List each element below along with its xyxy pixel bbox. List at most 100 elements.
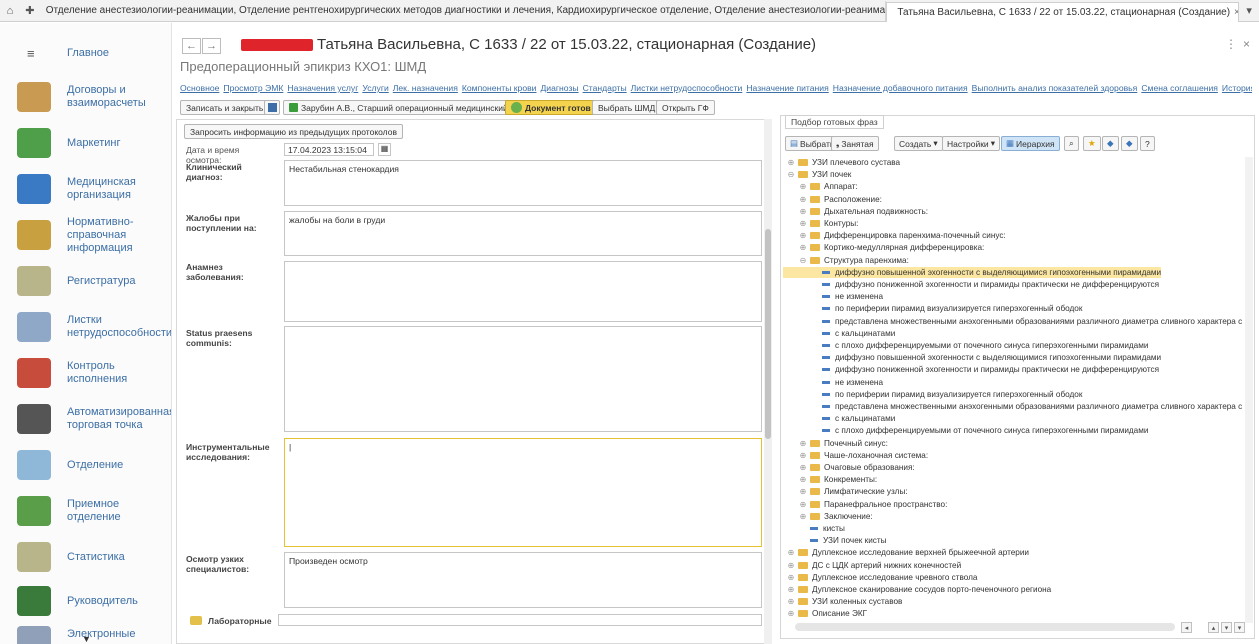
sidebar-item[interactable]: Приемное отделение <box>0 491 171 531</box>
nav-last-icon[interactable]: ▾ <box>1234 622 1245 633</box>
tree-item[interactable]: представлена множественными анэхогенными… <box>783 316 1243 327</box>
more-icon[interactable]: ⋮ <box>1225 37 1237 51</box>
expand-icon[interactable]: ⊕ <box>799 475 807 484</box>
tree-folder[interactable]: ⊕ Чаше-лоханочная система: <box>783 450 928 461</box>
expand-icon[interactable]: ⊕ <box>787 561 795 570</box>
expand-icon[interactable]: ⊕ <box>787 597 795 606</box>
choose-shmd-button[interactable]: Выбрать ШМД <box>592 100 662 115</box>
expand-icon[interactable]: ⊕ <box>787 573 795 582</box>
open-gf-button[interactable]: Открыть ГФ <box>656 100 715 115</box>
expand-icon[interactable]: ⊕ <box>799 500 807 509</box>
section-link[interactable]: Стандарты <box>583 83 627 93</box>
expand-icon[interactable]: ⊕ <box>799 512 807 521</box>
bookmark-icon[interactable]: ✚ <box>20 0 40 22</box>
forward-button[interactable]: → <box>202 38 221 54</box>
sidebar-item-main[interactable]: ≡ Главное <box>0 33 171 73</box>
create-button[interactable]: Создать ▾ <box>894 136 943 151</box>
tree-folder[interactable]: ⊕ Паранефральное пространство: <box>783 499 948 510</box>
expand-icon[interactable]: ⊕ <box>799 207 807 216</box>
collapse-icon[interactable]: ⊖ <box>799 256 807 265</box>
tree-folder[interactable]: ⊕ Дуплексное сканирование сосудов порто-п… <box>783 584 1052 595</box>
nav-up-icon[interactable]: ▴ <box>1208 622 1219 633</box>
favorite-button[interactable]: ★ <box>1083 136 1101 151</box>
expand-icon[interactable]: ⊕ <box>799 182 807 191</box>
tree-folder[interactable]: ⊖ УЗИ почек <box>783 169 852 180</box>
scroll-down-icon[interactable]: ▼ <box>82 634 91 644</box>
hierarchy-button[interactable]: ▦ Иерархия <box>1001 136 1060 151</box>
sidebar-item[interactable]: Контроль исполнения <box>0 353 171 393</box>
instrumental-field[interactable]: | <box>284 438 762 547</box>
tree-item[interactable]: с плохо дифференцируемыми от почечного с… <box>783 340 1148 351</box>
busy-button[interactable]: ❟ Занятая <box>831 136 879 151</box>
tree-folder[interactable]: ⊖ Структура паренхима: <box>783 255 909 266</box>
scrollbar-thumb[interactable] <box>765 229 771 439</box>
tree-folder[interactable]: ⊕ Контуры: <box>783 218 859 229</box>
tree-folder[interactable]: ⊕ УЗИ коленных суставов <box>783 596 903 607</box>
tree-item[interactable]: представлена множественными анэхогенными… <box>783 401 1243 412</box>
tree-folder[interactable]: ⊕ Описание ЭКГ <box>783 608 867 619</box>
clinical-diagnosis-field[interactable]: Нестабильная стенокардия <box>284 160 762 206</box>
tree-folder[interactable]: ⊕ Конкременты: <box>783 474 878 485</box>
section-link[interactable]: Компоненты крови <box>462 83 537 93</box>
tree-folder[interactable]: ⊕ Дифференцировка паренхима-почечный сину… <box>783 230 1006 241</box>
tree-item[interactable]: с кальцинатами <box>783 413 895 424</box>
request-previous-button[interactable]: Запросить информацию из предыдущих прото… <box>184 124 403 139</box>
tree-folder[interactable]: ⊕ УЗИ плечевого сустава <box>783 157 900 168</box>
form-scrollbar[interactable] <box>764 119 772 644</box>
sidebar-item[interactable]: Регистратура <box>0 261 171 301</box>
tree-folder[interactable]: ⊕ ДС с ЦДК артерий нижних конечностей <box>783 560 962 571</box>
expand-icon[interactable]: ⊕ <box>787 158 795 167</box>
date-input[interactable]: 17.04.2023 13:15:04 <box>284 143 374 156</box>
section-link[interactable]: Лек. назначения <box>393 83 458 93</box>
tree-item[interactable]: не изменена <box>783 291 883 302</box>
tab-current-document[interactable]: Татьяна Васильевна, С 1633 / 22 от 15.03… <box>886 1 1240 22</box>
expand-icon[interactable]: ⊕ <box>799 219 807 228</box>
doctor-select[interactable]: Зарубин А.В., Старший операционный медиц… <box>283 100 542 115</box>
settings-button[interactable]: Настройки ▾ <box>942 136 1000 151</box>
status-praesens-field[interactable] <box>284 326 762 432</box>
anamnesis-field[interactable] <box>284 261 762 322</box>
tree-folder[interactable]: ⊕ Аппарат: <box>783 181 858 192</box>
lab-field[interactable] <box>278 614 762 626</box>
section-link[interactable]: Листки нетрудоспособности <box>631 83 743 93</box>
tab-departments[interactable]: Отделение анестезиологии-реанимации, Отд… <box>40 0 887 21</box>
expand-icon[interactable]: ⊕ <box>799 451 807 460</box>
tree-vertical-scrollbar[interactable] <box>1245 157 1253 623</box>
tree-folder[interactable]: ⊕ Дыхательная подвижность: <box>783 206 928 217</box>
tree-item[interactable]: по периферии пирамид визуализируется гип… <box>783 389 1082 400</box>
tree-folder[interactable]: ⊕ Очаговые образования: <box>783 462 915 473</box>
tree-folder[interactable]: ⊕ Дуплексное исследование верхней брыжееч… <box>783 547 1029 558</box>
sidebar-item[interactable]: Листки нетрудоспособности <box>0 307 171 347</box>
collapse-icon[interactable]: ⊖ <box>787 170 795 179</box>
tree-folder[interactable]: ⊕ Кортико-медуллярная дифференцировка: <box>783 242 985 253</box>
nav-next-icon[interactable]: ▾ <box>1221 622 1232 633</box>
tree-folder[interactable]: ⊕ Лимфатические узлы: <box>783 486 908 497</box>
expand-icon[interactable]: ⊕ <box>799 243 807 252</box>
sidebar-item[interactable]: Договоры и взаиморасчеты <box>0 77 171 117</box>
tree-item[interactable]: с плохо дифференцируемыми от почечного с… <box>783 425 1148 436</box>
expand-icon[interactable]: ⊕ <box>799 195 807 204</box>
section-link[interactable]: Выполнить анализ показателей здоровья <box>972 83 1138 93</box>
specialists-field[interactable]: Произведен осмотр <box>284 552 762 608</box>
calendar-icon[interactable]: ▦ <box>378 143 391 156</box>
tree-folder[interactable]: ⊕ Заключение: <box>783 511 873 522</box>
sidebar-item[interactable]: Нормативно-справочная информация <box>0 215 171 255</box>
tree-folder[interactable]: ⊕ Расположение: <box>783 194 882 205</box>
tree-item[interactable]: УЗИ почек кисты <box>783 535 887 546</box>
sidebar-item[interactable]: Статистика <box>0 537 171 577</box>
collapse-icon[interactable] <box>190 616 202 625</box>
save-close-button[interactable]: Записать и закрыть <box>180 100 270 115</box>
help-button[interactable]: ? <box>1140 136 1155 151</box>
expand-icon[interactable]: ⊕ <box>799 439 807 448</box>
section-link[interactable]: История госпитализации <box>1222 83 1252 93</box>
tree-horizontal-scrollbar[interactable] <box>795 623 1175 631</box>
document-ready-button[interactable]: Документ готов <box>505 100 597 115</box>
nav-first-icon[interactable]: ◂ <box>1181 622 1192 633</box>
sidebar-item[interactable]: Руководитель <box>0 581 171 621</box>
expand-icon[interactable]: ⊕ <box>787 548 795 557</box>
expand-icon[interactable]: ⊕ <box>799 487 807 496</box>
tree-item[interactable]: диффузно повышенной эхогенности с выделя… <box>783 352 1161 363</box>
section-link[interactable]: Диагнозы <box>540 83 578 93</box>
move-down-button[interactable]: ◆ <box>1121 136 1138 151</box>
chevron-down-icon[interactable]: ▾ <box>1239 0 1259 22</box>
